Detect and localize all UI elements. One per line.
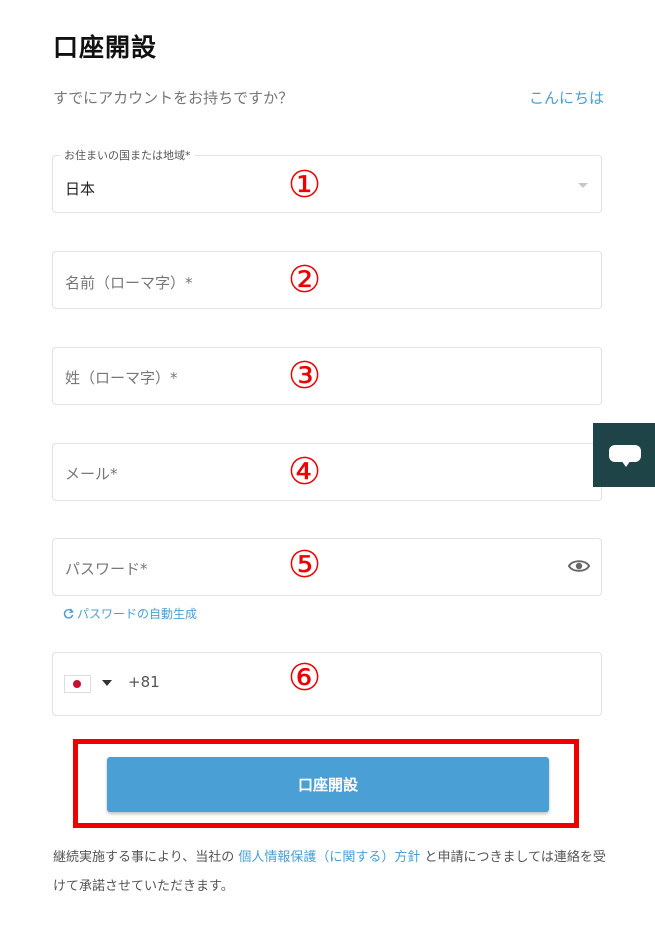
annotation-5: ⑤ <box>288 543 322 586</box>
first-name-field[interactable]: 名前（ローマ字）* <box>52 251 602 309</box>
email-field[interactable]: メール* <box>52 443 602 501</box>
password-placeholder: パスワード* <box>65 560 148 578</box>
last-name-placeholder: 姓（ローマ字）* <box>65 369 178 387</box>
first-name-placeholder: 名前（ローマ字）* <box>65 274 193 292</box>
country-select[interactable]: 日本 <box>52 155 602 213</box>
email-placeholder: メール* <box>65 465 118 483</box>
page-title: 口座開設 <box>53 33 158 62</box>
phone-country-code: +81 <box>128 673 160 691</box>
refresh-icon <box>63 608 74 619</box>
annotation-2: ② <box>288 258 322 301</box>
login-link[interactable]: こんにちは <box>529 87 604 108</box>
has-account-text: すでにアカウントをお持ちですか？ <box>53 89 294 107</box>
annotation-1: ① <box>288 163 322 206</box>
country-label: お住まいの国または地域* <box>60 147 195 163</box>
country-value: 日本 <box>65 180 96 198</box>
chevron-down-icon <box>578 183 588 188</box>
password-field[interactable]: パスワード* <box>52 538 602 596</box>
terms-text-before: 継続実施する事により、当社の <box>53 850 235 865</box>
country-code-dropdown-icon[interactable] <box>102 680 112 686</box>
eye-icon[interactable] <box>568 557 590 575</box>
japan-flag-icon[interactable] <box>64 675 91 693</box>
annotation-6: ⑥ <box>288 656 322 699</box>
last-name-field[interactable]: 姓（ローマ字）* <box>52 347 602 405</box>
generate-password-link[interactable]: パスワードの自動生成 <box>63 605 197 622</box>
generate-password-label: パスワードの自動生成 <box>77 607 198 621</box>
chat-button[interactable] <box>593 423 655 487</box>
open-account-button[interactable]: 口座開設 <box>107 757 549 812</box>
terms-text: 継続実施する事により、当社の 個人情報保護（に関する）方針 と申請につきましては… <box>53 843 613 901</box>
annotation-4: ④ <box>288 450 322 493</box>
privacy-policy-link[interactable]: 個人情報保護（に関する）方針 <box>238 850 420 865</box>
annotation-3: ③ <box>288 354 322 397</box>
